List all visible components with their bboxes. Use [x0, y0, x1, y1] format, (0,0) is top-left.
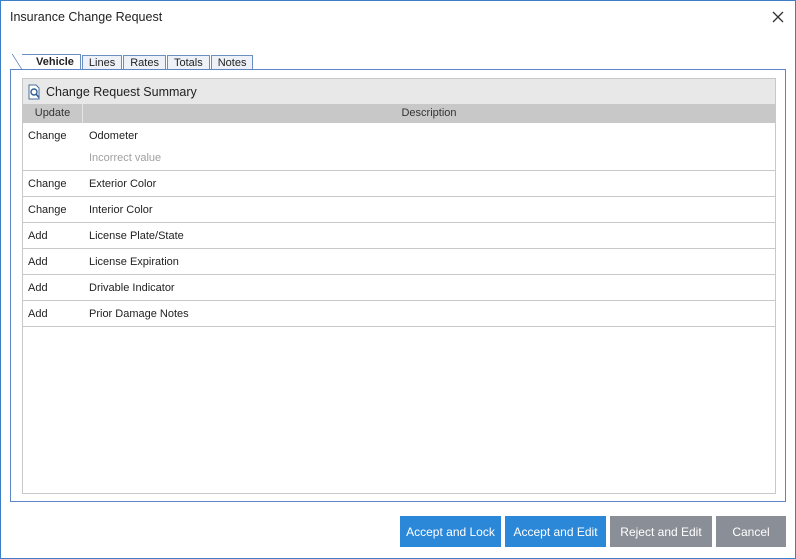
table-row[interactable]: Add License Plate/State: [23, 223, 775, 249]
close-icon: [772, 11, 784, 23]
column-header-update[interactable]: Update: [23, 104, 83, 123]
row-description: Interior Color: [89, 204, 153, 216]
tab-rates[interactable]: Rates: [123, 55, 166, 70]
summary-title: Change Request Summary: [46, 84, 197, 99]
window-title: Insurance Change Request: [10, 10, 163, 24]
table-row[interactable]: Change Odometer Incorrect value: [23, 123, 775, 171]
row-update: Change: [28, 178, 67, 190]
table-body: Change Odometer Incorrect value Change E…: [23, 123, 775, 327]
table-row[interactable]: Add Prior Damage Notes: [23, 301, 775, 327]
row-description: Drivable Indicator: [89, 282, 175, 294]
row-description: Odometer: [89, 130, 138, 142]
row-update: Add: [28, 230, 48, 242]
tab-notes[interactable]: Notes: [210, 55, 254, 70]
accept-and-edit-button[interactable]: Accept and Edit: [505, 516, 606, 547]
table-row[interactable]: Add Drivable Indicator: [23, 275, 775, 301]
row-update: Add: [28, 308, 48, 320]
table-row[interactable]: Change Interior Color: [23, 197, 775, 223]
dialog-window: Insurance Change Request Vehicle Lines R…: [0, 0, 796, 559]
row-description: Exterior Color: [89, 178, 157, 190]
row-note: Incorrect value: [89, 152, 162, 164]
change-summary-grid: Change Request Summary Update Descriptio…: [22, 78, 776, 494]
row-update: Change: [28, 130, 67, 142]
tab-vehicle[interactable]: Vehicle: [12, 54, 81, 70]
table-row[interactable]: Change Exterior Color: [23, 171, 775, 197]
title-bar: Insurance Change Request: [1, 1, 795, 33]
row-description: Prior Damage Notes: [89, 308, 189, 320]
cancel-button[interactable]: Cancel: [716, 516, 786, 547]
tab-strip: Vehicle Lines Rates Totals Notes: [12, 54, 254, 70]
column-headers: Update Description: [23, 104, 775, 123]
tab-totals[interactable]: Totals: [166, 55, 210, 70]
row-description: License Expiration: [89, 256, 179, 268]
tab-lines[interactable]: Lines: [81, 55, 123, 70]
row-update: Add: [28, 256, 48, 268]
row-description: License Plate/State: [89, 230, 184, 242]
table-row[interactable]: Add License Expiration: [23, 249, 775, 275]
reject-and-edit-button[interactable]: Reject and Edit: [610, 516, 712, 547]
close-button[interactable]: [767, 6, 789, 28]
column-header-description[interactable]: Description: [83, 104, 775, 123]
tab-panel: Change Request Summary Update Descriptio…: [10, 69, 786, 502]
row-update: Add: [28, 282, 48, 294]
row-update: Change: [28, 204, 67, 216]
summary-header: Change Request Summary: [23, 79, 775, 104]
accept-and-lock-button[interactable]: Accept and Lock: [400, 516, 501, 547]
magnifier-document-icon: [28, 84, 40, 99]
